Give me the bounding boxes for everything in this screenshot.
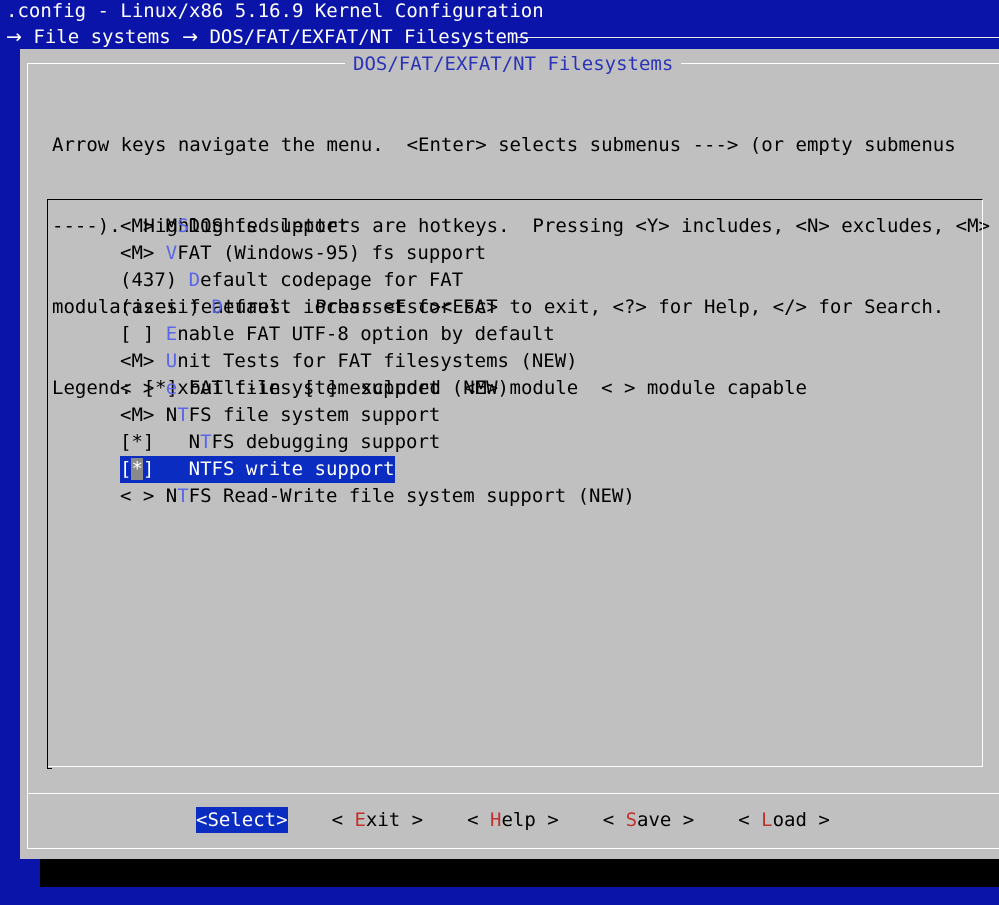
menu-item-prefix: <M> xyxy=(120,215,166,237)
hotkey-letter: T xyxy=(177,404,189,426)
menu-item-prefix: < > xyxy=(120,485,166,507)
arrow-right-icon: → xyxy=(182,26,199,48)
menu-list[interactable]: <M> MSDOS fs support <M> VFAT (Windows-95… xyxy=(120,213,635,510)
menu-item-prefix: ] xyxy=(142,458,189,480)
menu-item-label: N xyxy=(165,404,178,426)
hotkey-letter: L xyxy=(761,809,773,831)
menu-item-label: nable FAT UTF-8 option by default xyxy=(177,323,555,345)
button-bracket: < xyxy=(738,809,762,831)
menu-item-label: efault codepage for FAT xyxy=(200,269,464,291)
menu-item[interactable]: < > exFAT filesystem support (NEW) xyxy=(120,375,635,402)
hotkey-letter: S xyxy=(625,809,638,831)
menu-item-label: FS Read-Write file system support (NEW) xyxy=(188,485,635,507)
breadcrumb: → File systems → DOS/FAT/EXFAT/NT Filesy… xyxy=(6,25,530,49)
menu-item-prefix: <M> xyxy=(120,242,166,264)
menu-item-text: [ ] Enable FAT UTF-8 option by default xyxy=(120,321,555,348)
button-label: elect xyxy=(218,809,277,831)
button-label: oad xyxy=(772,809,807,831)
button-label: elp xyxy=(501,809,536,831)
hotkey-letter: T xyxy=(200,431,212,453)
menu-item-prefix: [ xyxy=(120,458,132,480)
hotkey-letter: V xyxy=(165,242,178,264)
menu-item[interactable]: [ ] Enable FAT UTF-8 option by default xyxy=(120,321,635,348)
hotkey-letter: D xyxy=(211,296,223,318)
arrow-right-icon: → xyxy=(6,26,22,48)
menu-item[interactable]: [*] NTFS write support xyxy=(120,456,635,483)
menu-item-text: < > exFAT filesystem support (NEW) xyxy=(120,375,509,402)
menu-item-label: FS file system support xyxy=(188,404,441,426)
hotkey-letter: e xyxy=(165,377,178,399)
menu-item-text: (437) Default codepage for FAT xyxy=(120,267,463,294)
menu-item-text: <M> Unit Tests for FAT filesystems (NEW) xyxy=(120,348,578,375)
menu-item[interactable]: <M> Unit Tests for FAT filesystems (NEW) xyxy=(120,348,635,375)
menu-item-prefix: (437) xyxy=(120,269,189,291)
button-bar: <Select> < Exit > < Help > < Save > < Load > xyxy=(196,806,830,834)
menu-item-text: <M> NTFS file system support xyxy=(120,402,440,429)
menu-item-prefix: <M> xyxy=(120,350,166,372)
menu-item[interactable]: <M> NTFS file system support xyxy=(120,402,635,429)
hotkey-letter: E xyxy=(165,323,178,345)
button-load[interactable]: < Load > xyxy=(738,807,830,833)
menu-item-prefix: [*] xyxy=(120,431,189,453)
button-label: xit xyxy=(365,809,401,831)
menu-item-label: xFAT filesystem support (NEW) xyxy=(177,377,509,399)
menu-item-prefix: [ ] xyxy=(120,323,166,345)
button-bracket: > xyxy=(400,809,424,831)
dialog-shadow xyxy=(40,859,999,887)
breadcrumb-item-file-systems: File systems xyxy=(33,26,171,48)
hotkey-letter: S xyxy=(177,215,189,237)
terminal-screen: .config - Linux/x86 5.16.9 Kernel Config… xyxy=(0,0,999,905)
button-bracket: < xyxy=(602,809,626,831)
menu-item-text: <M> VFAT (Windows-95) fs support xyxy=(120,240,486,267)
button-bracket: > xyxy=(276,809,288,831)
button-bracket: < xyxy=(196,809,208,831)
menu-item-text: [*] NTFS write support xyxy=(120,456,395,483)
button-bracket: > xyxy=(535,809,559,831)
breadcrumb-rule xyxy=(517,37,999,38)
menu-item[interactable]: (437) Default codepage for FAT xyxy=(120,267,635,294)
menu-item[interactable]: [*] NTFS debugging support xyxy=(120,429,635,456)
button-help[interactable]: < Help > xyxy=(467,807,559,833)
menu-item[interactable]: (ascii) Default iocharset for FAT xyxy=(120,294,635,321)
button-save[interactable]: < Save > xyxy=(603,807,695,833)
hotkey-letter: H xyxy=(490,809,502,831)
menu-item[interactable]: <M> MSDOS fs support xyxy=(120,213,635,240)
dialog-title: DOS/FAT/EXFAT/NT Filesystems xyxy=(345,52,682,76)
button-exit[interactable]: < Exit > xyxy=(332,807,424,833)
menu-item-label: M xyxy=(165,215,178,237)
button-bracket: < xyxy=(467,809,491,831)
menu-item-prefix: <M> xyxy=(120,404,166,426)
button-bracket: < xyxy=(331,809,355,831)
breadcrumb-item-dos-fat: DOS/FAT/EXFAT/NT Filesystems xyxy=(209,26,530,48)
menu-item-text: [*] NTFS debugging support xyxy=(120,429,440,456)
menu-item-text: (ascii) Default iocharset for FAT xyxy=(120,294,498,321)
button-separator xyxy=(27,793,999,794)
hotkey-letter: D xyxy=(188,269,201,291)
menu-item-label: DOS fs support xyxy=(188,215,349,237)
menu-item-label: N xyxy=(165,485,178,507)
hotkey-letter: S xyxy=(207,809,219,831)
cursor-caret: * xyxy=(131,458,143,480)
hotkey-letter: E xyxy=(354,809,366,831)
menu-item[interactable]: < > NTFS Read-Write file system support … xyxy=(120,483,635,510)
menu-item-label: FAT (Windows-95) fs support xyxy=(177,242,487,264)
button-bracket: > xyxy=(806,809,830,831)
hotkey-letter: T xyxy=(177,485,189,507)
menu-item[interactable]: <M> VFAT (Windows-95) fs support xyxy=(120,240,635,267)
menu-item-text: <M> MSDOS fs support xyxy=(120,213,349,240)
menu-item-text: < > NTFS Read-Write file system support … xyxy=(120,483,635,510)
menu-item-label: N xyxy=(188,431,201,453)
menu-item-prefix: (ascii) xyxy=(120,296,212,318)
menu-item-label: efault iocharset for FAT xyxy=(222,296,498,318)
menu-item-label: nit Tests for FAT filesystems (NEW) xyxy=(177,350,578,372)
menu-item-label: NTFS write support xyxy=(188,458,395,480)
button-select[interactable]: <Select> xyxy=(196,807,288,833)
window-title: .config - Linux/x86 5.16.9 Kernel Config… xyxy=(6,0,544,22)
button-bracket: > xyxy=(671,809,695,831)
menu-item-prefix: < > xyxy=(120,377,166,399)
menu-item-label: FS debugging support xyxy=(211,431,441,453)
help-line: Arrow keys navigate the menu. <Enter> se… xyxy=(52,134,956,156)
button-label: ave xyxy=(637,809,672,831)
hotkey-letter: U xyxy=(165,350,178,372)
